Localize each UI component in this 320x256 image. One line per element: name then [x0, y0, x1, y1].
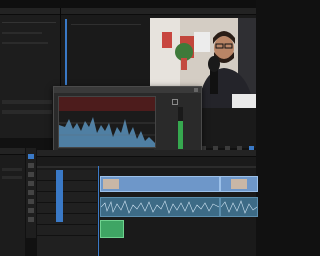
property-row[interactable] [2, 32, 42, 34]
transport-controls [200, 136, 256, 150]
dialog-title [54, 87, 201, 93]
slip-icon[interactable] [28, 190, 34, 195]
track-header-a3[interactable] [37, 225, 97, 236]
app-top-bar [0, 0, 256, 8]
ripple-edit-icon[interactable] [28, 172, 34, 177]
track-headers [37, 170, 97, 256]
track-target-indicator[interactable] [56, 170, 63, 222]
time-ruler[interactable] [71, 24, 141, 25]
track-header-v2[interactable] [37, 181, 97, 192]
frequency-graph [59, 97, 155, 147]
timeline-playhead[interactable] [98, 166, 99, 256]
clip-thumbnail [103, 179, 119, 189]
tools-panel [26, 148, 36, 238]
bin-item[interactable] [2, 168, 22, 171]
audio-clip[interactable] [100, 197, 220, 217]
source-monitor-panel [61, 8, 147, 86]
audio-effect-dialog [53, 86, 202, 158]
graphics-clip[interactable] [100, 220, 124, 238]
hand-icon[interactable] [28, 208, 34, 213]
type-icon[interactable] [28, 217, 34, 222]
track-select-icon[interactable] [28, 163, 34, 168]
project-panel [0, 148, 25, 256]
track-header-a1[interactable] [37, 203, 97, 214]
bin-item[interactable] [2, 176, 22, 179]
close-icon[interactable] [194, 88, 198, 92]
track-header-v1[interactable] [37, 192, 97, 203]
program-tabs[interactable] [147, 8, 256, 15]
timeline-tabs[interactable] [37, 150, 256, 157]
bypass-checkbox[interactable] [172, 99, 178, 105]
panel-tabs[interactable] [0, 8, 60, 15]
property-row[interactable] [2, 42, 48, 44]
track-header-a2[interactable] [37, 214, 97, 225]
track-header-v3[interactable] [37, 170, 97, 181]
video-clip[interactable] [220, 176, 258, 192]
meter-fill [178, 121, 183, 149]
time-ruler[interactable] [37, 166, 256, 168]
property-row[interactable] [2, 100, 52, 104]
property-row[interactable] [2, 110, 52, 114]
source-tabs[interactable] [61, 8, 147, 15]
level-meter [178, 107, 183, 149]
project-tabs[interactable] [0, 148, 25, 155]
waveform [220, 200, 258, 214]
audio-clip[interactable] [220, 197, 258, 217]
playhead[interactable] [65, 19, 67, 85]
divider [2, 22, 56, 23]
clip-thumbnail [231, 179, 247, 189]
pen-icon[interactable] [28, 199, 34, 204]
waveform [100, 200, 220, 214]
razor-icon[interactable] [28, 181, 34, 186]
selection-tool-icon[interactable] [28, 154, 34, 159]
effect-controls-panel [0, 8, 61, 138]
video-clip[interactable] [100, 176, 220, 192]
spectrum-analyzer[interactable] [58, 96, 156, 148]
